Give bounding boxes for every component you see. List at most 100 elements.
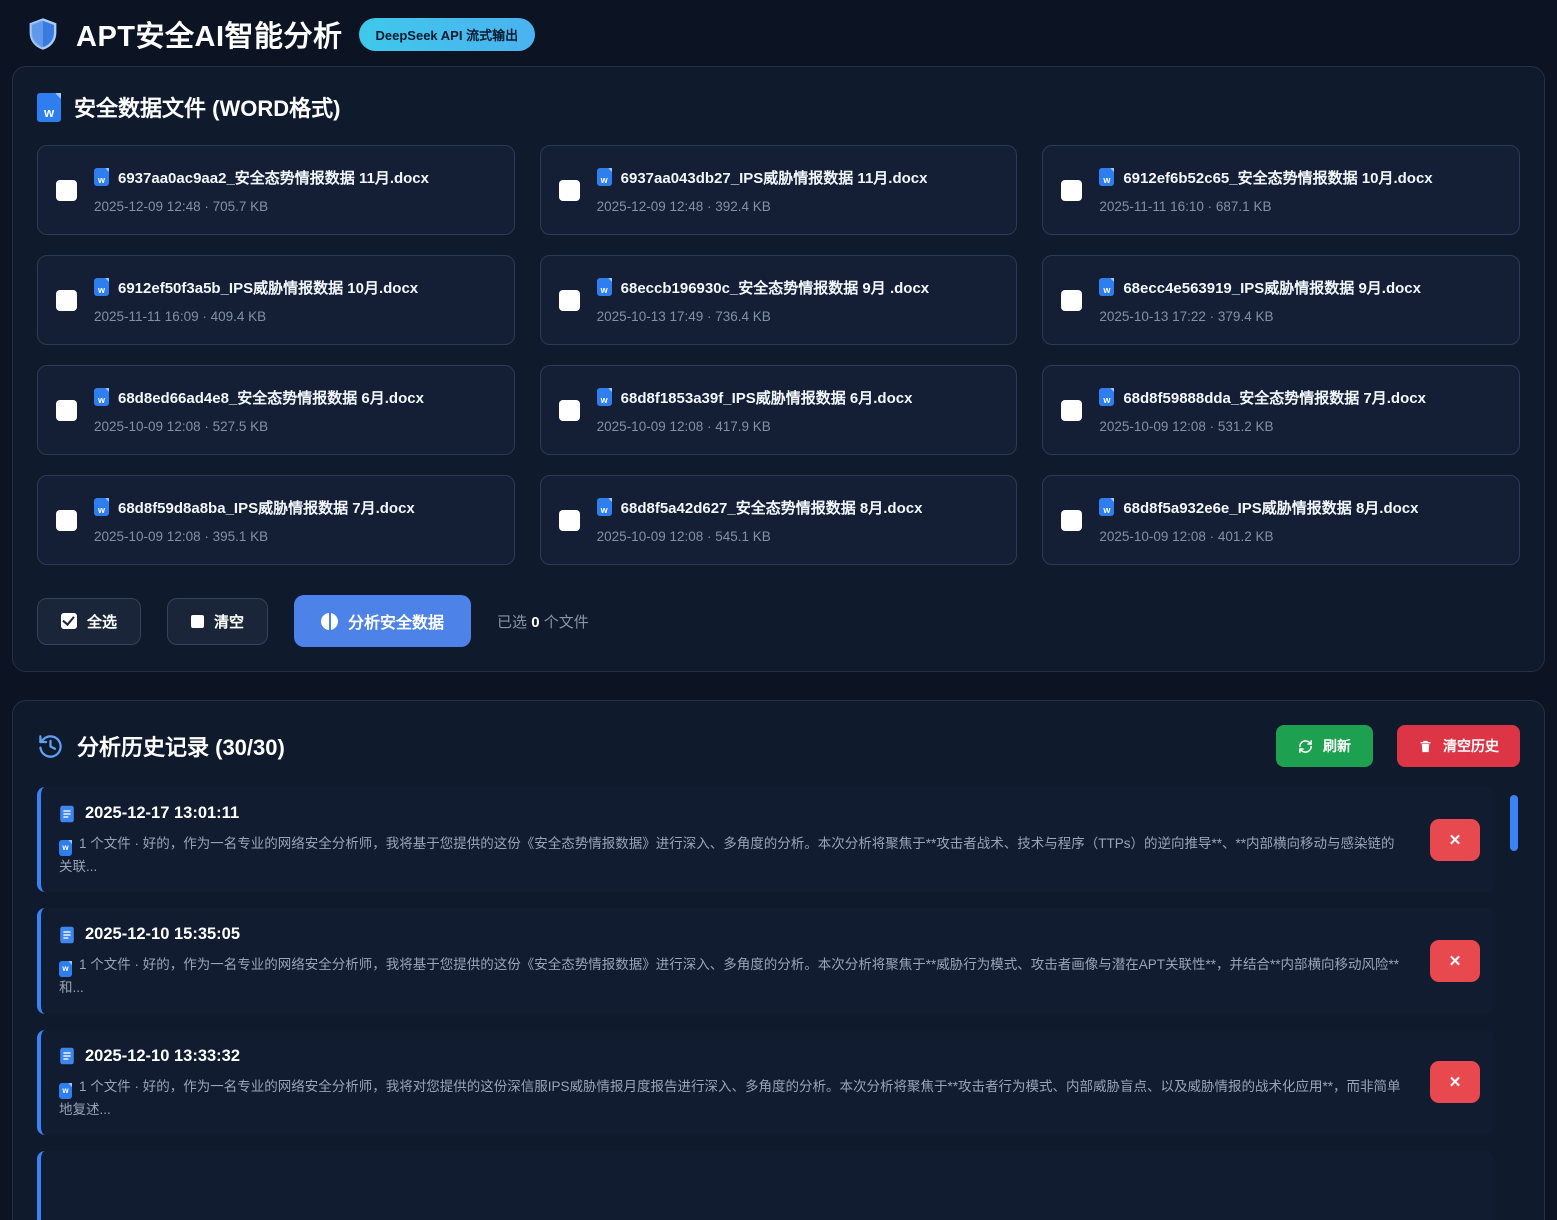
history-item[interactable] [37, 1151, 1494, 1220]
word-file-icon: w [94, 168, 109, 186]
word-file-icon: w [37, 93, 61, 122]
word-file-icon: w [1099, 388, 1114, 406]
select-all-button[interactable]: 全选 [37, 598, 141, 645]
file-checkbox[interactable] [1061, 400, 1082, 421]
refresh-button[interactable]: 刷新 [1276, 725, 1373, 767]
file-card[interactable]: w 68d8f59d8a8ba_IPS威胁情报数据 7月.docx 2025-1… [37, 475, 515, 565]
history-panel: 分析历史记录 (30/30) 刷新 清空历 [12, 700, 1545, 1220]
file-name: 6912ef50f3a5b_IPS威胁情报数据 10月.docx [118, 277, 418, 298]
file-grid: w 6937aa0ac9aa2_安全态势情报数据 11月.docx 2025-1… [37, 145, 1520, 565]
history-item[interactable]: 2025-12-10 13:33:32 w1 个文件 · 好的，作为一名专业的网… [37, 1030, 1494, 1135]
file-name: 68d8ed66ad4e8_安全态势情报数据 6月.docx [118, 387, 424, 408]
file-meta: 2025-12-09 12:48 · 705.7 KB [94, 199, 429, 214]
file-card[interactable]: w 68d8f1853a39f_IPS威胁情报数据 6月.docx 2025-1… [540, 365, 1018, 455]
file-meta: 2025-10-09 12:08 · 545.1 KB [597, 529, 923, 544]
file-meta: 2025-10-09 12:08 · 527.5 KB [94, 419, 424, 434]
file-checkbox[interactable] [56, 400, 77, 421]
word-file-icon: w [597, 168, 612, 186]
file-card[interactable]: w 68d8f5a932e6e_IPS威胁情报数据 8月.docx 2025-1… [1042, 475, 1520, 565]
file-checkbox[interactable] [559, 290, 580, 311]
files-panel-title: 安全数据文件 (WORD格式) [74, 91, 340, 123]
document-icon [59, 805, 75, 823]
history-panel-title: 分析历史记录 (30/30) [77, 730, 285, 762]
file-card[interactable]: w 6937aa0ac9aa2_安全态势情报数据 11月.docx 2025-1… [37, 145, 515, 235]
clear-selection-button[interactable]: 清空 [167, 598, 268, 645]
shield-icon [26, 17, 60, 51]
history-timestamp: 2025-12-10 15:35:05 [85, 925, 240, 944]
delete-history-item-button[interactable]: ✕ [1430, 940, 1480, 982]
file-card[interactable]: w 6912ef6b52c65_安全态势情报数据 10月.docx 2025-1… [1042, 145, 1520, 235]
page-title: APT安全AI智能分析 [76, 13, 343, 55]
word-file-icon: w [59, 840, 72, 856]
history-preview: w1 个文件 · 好的，作为一名专业的网络安全分析师，我将基于您提供的这份《安全… [59, 954, 1404, 998]
file-card[interactable]: w 6912ef50f3a5b_IPS威胁情报数据 10月.docx 2025-… [37, 255, 515, 345]
file-checkbox[interactable] [1061, 290, 1082, 311]
file-meta: 2025-10-09 12:08 · 531.2 KB [1099, 419, 1426, 434]
file-card[interactable]: w 68eccb196930c_安全态势情报数据 9月 .docx 2025-1… [540, 255, 1018, 345]
file-card[interactable]: w 6937aa043db27_IPS威胁情报数据 11月.docx 2025-… [540, 145, 1018, 235]
refresh-label: 刷新 [1323, 736, 1351, 756]
api-badge: DeepSeek API 流式输出 [359, 18, 536, 51]
analyze-button[interactable]: 分析安全数据 [294, 595, 471, 647]
app-header: APT安全AI智能分析 DeepSeek API 流式输出 [0, 0, 1557, 66]
word-file-icon: w [1099, 278, 1114, 296]
history-item[interactable]: 2025-12-17 13:01:11 w1 个文件 · 好的，作为一名专业的网… [37, 787, 1494, 892]
file-name: 6912ef6b52c65_安全态势情报数据 10月.docx [1123, 167, 1432, 188]
refresh-icon [1298, 739, 1313, 754]
history-scrollbar-thumb[interactable] [1510, 795, 1518, 851]
square-icon [191, 615, 204, 628]
file-name: 68d8f1853a39f_IPS威胁情报数据 6月.docx [621, 387, 913, 408]
file-name: 68ecc4e563919_IPS威胁情报数据 9月.docx [1123, 277, 1421, 298]
file-name: 6937aa0ac9aa2_安全态势情报数据 11月.docx [118, 167, 429, 188]
history-preview: w1 个文件 · 好的，作为一名专业的网络安全分析师，我将基于您提供的这份《安全… [59, 833, 1404, 877]
file-checkbox[interactable] [559, 510, 580, 531]
history-item[interactable]: 2025-12-10 15:35:05 w1 个文件 · 好的，作为一名专业的网… [37, 908, 1494, 1013]
clear-history-button[interactable]: 清空历史 [1397, 725, 1520, 767]
file-name: 68eccb196930c_安全态势情报数据 9月 .docx [621, 277, 929, 298]
file-checkbox[interactable] [56, 180, 77, 201]
file-meta: 2025-10-13 17:49 · 736.4 KB [597, 309, 929, 324]
file-checkbox[interactable] [1061, 180, 1082, 201]
file-checkbox[interactable] [1061, 510, 1082, 531]
file-meta: 2025-10-09 12:08 · 417.9 KB [597, 419, 913, 434]
file-card[interactable]: w 68d8f59888dda_安全态势情报数据 7月.docx 2025-10… [1042, 365, 1520, 455]
analyze-icon [321, 613, 338, 630]
file-card[interactable]: w 68ecc4e563919_IPS威胁情报数据 9月.docx 2025-1… [1042, 255, 1520, 345]
file-meta: 2025-10-13 17:22 · 379.4 KB [1099, 309, 1421, 324]
file-meta: 2025-10-09 12:08 · 395.1 KB [94, 529, 415, 544]
select-all-label: 全选 [87, 611, 117, 632]
history-timestamp: 2025-12-10 13:33:32 [85, 1047, 240, 1066]
word-file-icon: w [59, 961, 72, 977]
file-checkbox[interactable] [559, 400, 580, 421]
file-card[interactable]: w 68d8f5a42d627_安全态势情报数据 8月.docx 2025-10… [540, 475, 1018, 565]
word-file-icon: w [597, 498, 612, 516]
file-checkbox[interactable] [56, 510, 77, 531]
history-timestamp: 2025-12-17 13:01:11 [85, 804, 239, 823]
file-meta: 2025-11-11 16:10 · 687.1 KB [1099, 199, 1432, 214]
file-checkbox[interactable] [56, 290, 77, 311]
word-file-icon: w [1099, 168, 1114, 186]
file-checkbox[interactable] [559, 180, 580, 201]
clear-history-label: 清空历史 [1443, 736, 1499, 756]
word-file-icon: w [597, 278, 612, 296]
word-file-icon: w [59, 1083, 72, 1099]
trash-icon [1418, 739, 1433, 754]
files-panel: w 安全数据文件 (WORD格式) w 6937aa0ac9aa2_安全态势情报… [12, 66, 1545, 672]
history-icon [37, 733, 64, 760]
file-name: 68d8f59888dda_安全态势情报数据 7月.docx [1123, 387, 1426, 408]
selected-files-status: 已选 0 个文件 [497, 611, 589, 632]
file-card[interactable]: w 68d8ed66ad4e8_安全态势情报数据 6月.docx 2025-10… [37, 365, 515, 455]
checkbox-checked-icon [61, 613, 77, 629]
document-icon [59, 926, 75, 944]
file-name: 68d8f5a42d627_安全态势情报数据 8月.docx [621, 497, 923, 518]
word-file-icon: w [94, 498, 109, 516]
file-name: 68d8f5a932e6e_IPS威胁情报数据 8月.docx [1123, 497, 1418, 518]
clear-selection-label: 清空 [214, 611, 244, 632]
word-file-icon: w [94, 388, 109, 406]
history-preview: w1 个文件 · 好的，作为一名专业的网络安全分析师，我将对您提供的这份深信服I… [59, 1076, 1404, 1120]
document-icon [59, 1047, 75, 1065]
word-file-icon: w [94, 278, 109, 296]
delete-history-item-button[interactable]: ✕ [1430, 1061, 1480, 1103]
delete-history-item-button[interactable]: ✕ [1430, 819, 1480, 861]
word-file-icon: w [1099, 498, 1114, 516]
